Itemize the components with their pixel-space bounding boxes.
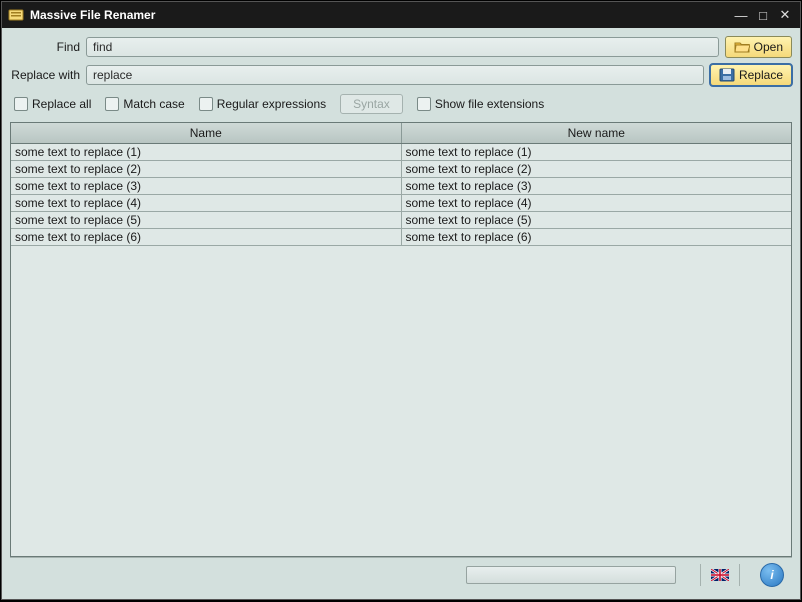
window-title: Massive File Renamer [30,8,728,22]
table-header: Name New name [11,123,791,144]
find-input[interactable] [86,37,719,57]
regex-checkbox[interactable]: Regular expressions [199,97,326,111]
info-icon: i [770,568,773,582]
table-row[interactable]: some text to replace (5)some text to rep… [11,212,791,229]
app-window: Massive File Renamer — □ ✕ Find Open Rep… [1,1,801,600]
checkbox-icon [199,97,213,111]
cell-newname: some text to replace (5) [402,212,792,228]
cell-newname: some text to replace (4) [402,195,792,211]
status-field [466,566,676,584]
options-row: Replace all Match case Regular expressio… [14,94,792,114]
table-row[interactable]: some text to replace (1)some text to rep… [11,144,791,161]
cell-newname: some text to replace (3) [402,178,792,194]
checkbox-icon [14,97,28,111]
col-name-header[interactable]: Name [11,123,402,143]
cell-name: some text to replace (1) [11,144,402,160]
show-ext-checkbox[interactable]: Show file extensions [417,97,544,111]
open-button[interactable]: Open [725,36,792,58]
find-label: Find [10,40,86,54]
find-row: Find Open [10,36,792,58]
cell-name: some text to replace (3) [11,178,402,194]
cell-newname: some text to replace (6) [402,229,792,245]
checkbox-icon [417,97,431,111]
save-icon [719,68,735,82]
show-ext-label: Show file extensions [435,97,544,111]
minimize-button[interactable]: — [732,7,750,23]
table-row[interactable]: some text to replace (3)some text to rep… [11,178,791,195]
table-body: some text to replace (1)some text to rep… [11,144,791,556]
app-icon [8,7,24,23]
replace-button[interactable]: Replace [710,64,792,86]
replace-row: Replace with Replace [10,64,792,86]
col-newname-header[interactable]: New name [402,123,792,143]
syntax-button[interactable]: Syntax [340,94,403,114]
titlebar: Massive File Renamer — □ ✕ [2,2,800,28]
open-button-label: Open [754,40,783,54]
checkbox-icon [105,97,119,111]
cell-name: some text to replace (5) [11,212,402,228]
table-row[interactable]: some text to replace (6)some text to rep… [11,229,791,246]
file-table: Name New name some text to replace (1)so… [10,122,792,557]
content-area: Find Open Replace with Replace R [2,28,800,599]
regex-label: Regular expressions [217,97,326,111]
match-case-label: Match case [123,97,184,111]
statusbar: i [10,557,792,591]
cell-name: some text to replace (6) [11,229,402,245]
cell-name: some text to replace (2) [11,161,402,177]
info-button[interactable]: i [760,563,784,587]
replace-all-checkbox[interactable]: Replace all [14,97,91,111]
cell-name: some text to replace (4) [11,195,402,211]
table-row[interactable]: some text to replace (2)some text to rep… [11,161,791,178]
syntax-button-label: Syntax [353,97,390,111]
replace-button-label: Replace [739,68,783,82]
table-row[interactable]: some text to replace (4)some text to rep… [11,195,791,212]
folder-open-icon [734,40,750,54]
match-case-checkbox[interactable]: Match case [105,97,184,111]
replace-all-label: Replace all [32,97,91,111]
replace-input[interactable] [86,65,704,85]
cell-newname: some text to replace (1) [402,144,792,160]
cell-newname: some text to replace (2) [402,161,792,177]
divider [700,564,701,586]
divider [739,564,740,586]
replace-label: Replace with [10,68,86,82]
close-button[interactable]: ✕ [776,7,794,23]
maximize-button[interactable]: □ [754,7,772,23]
language-flag-icon[interactable] [711,569,729,581]
